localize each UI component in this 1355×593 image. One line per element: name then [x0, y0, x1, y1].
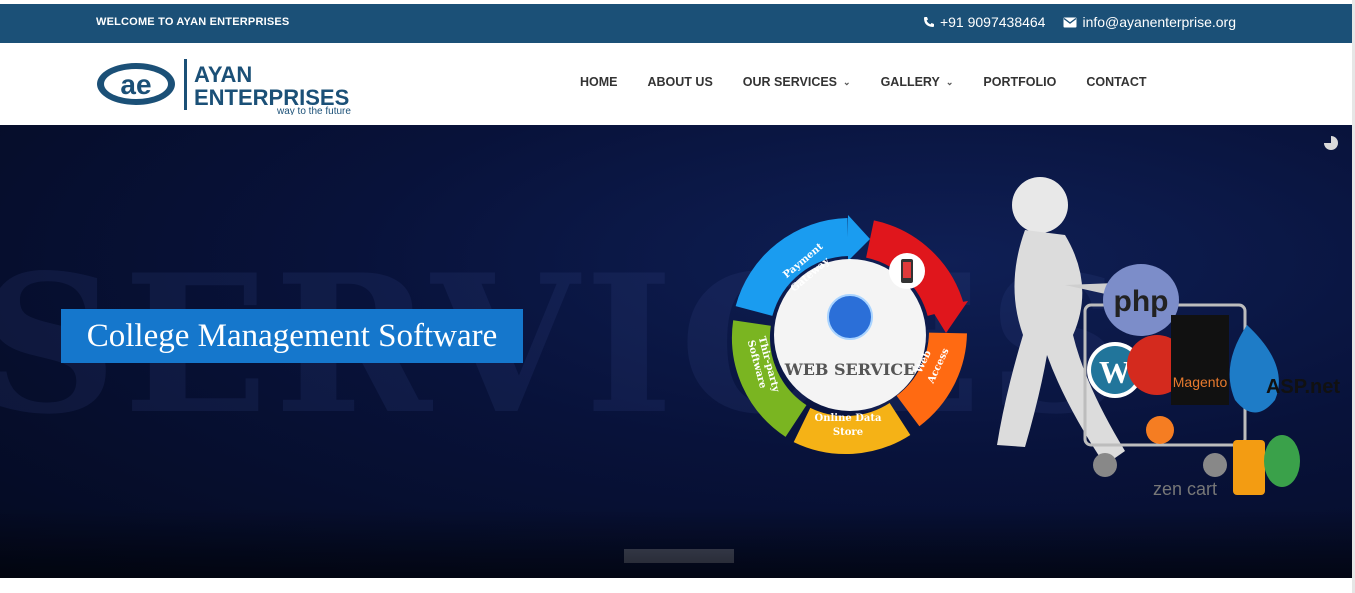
- nav-portfolio[interactable]: PORTFOLIO: [983, 75, 1056, 89]
- tech-stack-graphic: php W Magento ASP.net zen cart: [997, 177, 1340, 499]
- welcome-text: WELCOME TO AYAN ENTERPRISES: [96, 16, 290, 28]
- nav-portfolio-label: PORTFOLIO: [983, 75, 1057, 89]
- email-link[interactable]: info@ayanenterprise.org: [1063, 14, 1236, 30]
- nav-gallery-label: GALLERY: [880, 75, 940, 89]
- contact-info: +91 9097438464 info@ayanenterprise.org: [923, 14, 1236, 30]
- svg-text:Online Data: Online Data: [815, 413, 882, 424]
- svg-text:zen cart: zen cart: [1153, 479, 1217, 499]
- nav-services-label: OUR SERVICES: [742, 75, 838, 89]
- main-menu: HOME ABOUT US OUR SERVICES ⌄ GALLERY ⌄ POR…: [580, 75, 1147, 89]
- envelope-icon: [1063, 17, 1077, 27]
- nav-about[interactable]: ABOUT US: [648, 75, 713, 89]
- chevron-down-icon: ⌄: [843, 76, 851, 87]
- hero-slider[interactable]: SERVICES College Management Software WEB…: [0, 125, 1352, 578]
- main-navbar: ae AYAN ENTERPRISES way to the future HO…: [0, 43, 1355, 125]
- svg-text:AYAN: AYAN: [194, 62, 252, 87]
- nav-home-label: HOME: [580, 75, 618, 89]
- svg-text:php: php: [1114, 285, 1169, 318]
- chevron-down-icon: ⌄: [945, 76, 954, 87]
- slide-title: College Management Software: [61, 309, 523, 363]
- svg-text:WEB SERVICE: WEB SERVICE: [784, 360, 916, 379]
- web-service-cycle-graphic: WEB SERVICE Payment Gateway Web Access O…: [731, 215, 968, 455]
- nav-services[interactable]: OUR SERVICES ⌄: [743, 75, 851, 89]
- nav-contact[interactable]: CONTACT: [1086, 75, 1146, 89]
- svg-text:W: W: [1099, 354, 1131, 390]
- phone-link[interactable]: +91 9097438464: [923, 14, 1046, 30]
- nav-gallery[interactable]: GALLERY ⌄: [881, 75, 954, 89]
- phone-number: +91 9097438464: [939, 14, 1046, 30]
- svg-text:Store: Store: [833, 427, 863, 438]
- svg-text:Magento: Magento: [1173, 374, 1228, 390]
- company-logo[interactable]: ae AYAN ENTERPRISES way to the future: [96, 57, 381, 115]
- phone-icon: [923, 17, 934, 27]
- nav-home[interactable]: HOME: [580, 75, 618, 89]
- hero-bottom-fade: [0, 508, 1352, 578]
- svg-text:ae: ae: [120, 69, 151, 100]
- top-bar: WELCOME TO AYAN ENTERPRISES +91 90974384…: [0, 4, 1355, 43]
- svg-text:ASP.net: ASP.net: [1266, 376, 1340, 398]
- email-address: info@ayanenterprise.org: [1082, 14, 1236, 30]
- nav-about-label: ABOUT US: [647, 75, 713, 89]
- nav-contact-label: CONTACT: [1086, 75, 1147, 89]
- slider-loader-icon: [1324, 136, 1338, 150]
- svg-text:way to the future: way to the future: [276, 106, 351, 115]
